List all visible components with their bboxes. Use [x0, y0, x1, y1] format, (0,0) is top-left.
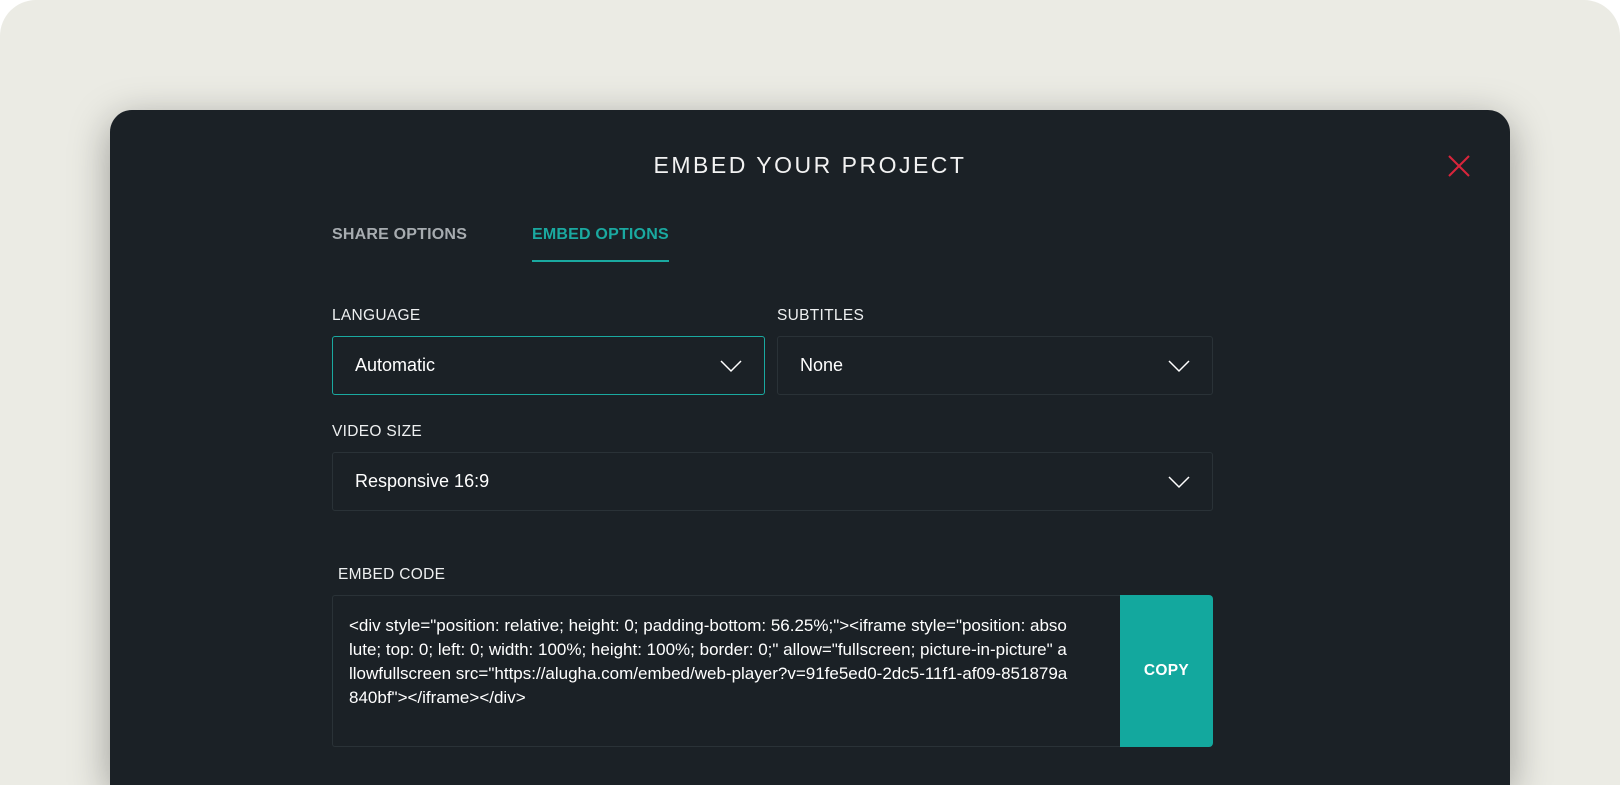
tab-share-options[interactable]: SHARE OPTIONS — [332, 226, 467, 260]
copy-button-label: COPY — [1143, 662, 1190, 679]
close-icon — [1448, 155, 1470, 177]
video-size-label: VIDEO SIZE — [332, 423, 422, 440]
embed-code-label: EMBED CODE — [338, 566, 446, 583]
chevron-down-icon — [1168, 475, 1190, 489]
embed-code-text: <div style="position: relative; height: … — [349, 616, 1068, 707]
subtitles-value: None — [800, 355, 844, 375]
tab-embed-options[interactable]: EMBED OPTIONS — [532, 226, 669, 262]
language-select[interactable]: Automatic — [332, 336, 765, 395]
subtitles-select[interactable]: None — [777, 336, 1213, 395]
copy-button[interactable]: COPY — [1120, 595, 1213, 747]
chevron-down-icon — [720, 359, 742, 373]
close-button[interactable] — [1445, 152, 1473, 180]
embed-code-field[interactable]: <div style="position: relative; height: … — [332, 595, 1121, 747]
subtitles-label: SUBTITLES — [777, 307, 865, 324]
video-size-select[interactable]: Responsive 16:9 — [332, 452, 1213, 511]
embed-modal: EMBED YOUR PROJECT SHARE OPTIONS EMBED O… — [110, 110, 1510, 785]
video-size-value: Responsive 16:9 — [355, 471, 490, 491]
modal-title: EMBED YOUR PROJECT — [653, 152, 967, 178]
chevron-down-icon — [1168, 359, 1190, 373]
language-value: Automatic — [355, 355, 436, 375]
language-label: LANGUAGE — [332, 307, 421, 324]
